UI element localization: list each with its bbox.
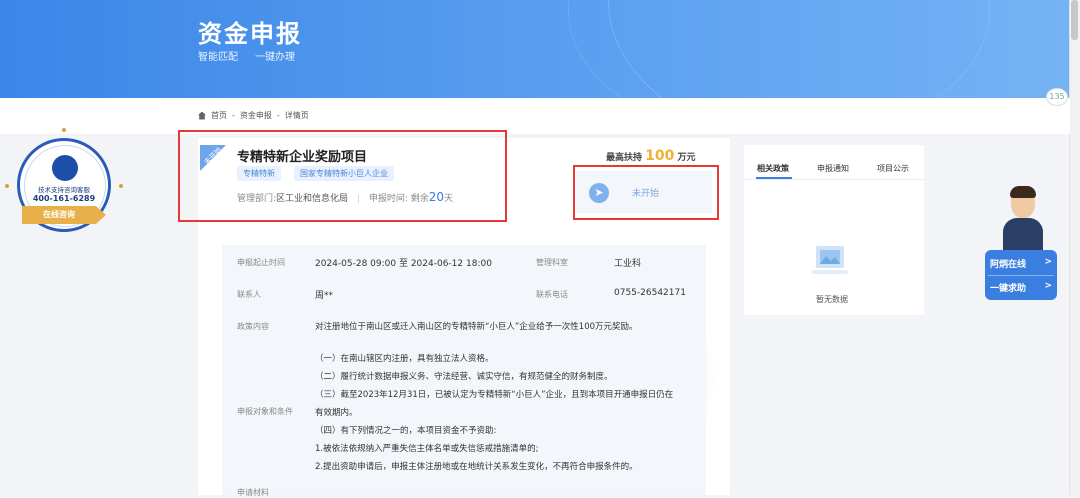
office-label: 管理科室 [536, 258, 568, 267]
assistant-body [1003, 218, 1043, 250]
online-consult-label: 在线咨询 [43, 210, 75, 219]
condition-line: （三）截至2023年12月31日，已被认定为专精特新“小巨人”企业，且到本项目开… [315, 390, 674, 400]
highlight-box [178, 130, 507, 222]
period-label: 申报起止时间 [237, 258, 285, 267]
chevron-right-icon: > [1044, 281, 1052, 291]
online-consult-button[interactable]: 在线咨询 [22, 206, 106, 224]
online-chat-label: 阿炳在线 [990, 260, 1027, 270]
phone-label: 联系电话 [536, 290, 568, 299]
breadcrumb-bar [0, 98, 1070, 134]
seal-decoration-dot [62, 128, 66, 132]
office-value: 工业科 [614, 259, 642, 269]
condition-line: （一）在南山辖区内注册，具有独立法人资格。 [315, 354, 494, 364]
highlight-box [573, 165, 719, 220]
tab-notices[interactable]: 申报通知 [817, 163, 849, 174]
online-chat-button[interactable]: 阿炳在线 > [990, 257, 1052, 270]
assistant-divider [988, 275, 1054, 276]
contact-label: 联系人 [237, 290, 261, 299]
empty-data-icon [812, 246, 848, 274]
one-click-help-button[interactable]: 一键求助 > [990, 281, 1052, 294]
conditions-label: 申报对象和条件 [237, 407, 293, 416]
empty-data-text: 暂无数据 [816, 295, 848, 304]
seal-decoration-dot [5, 184, 9, 188]
counter-badge[interactable]: 135 [1046, 88, 1068, 106]
assistant-avatar[interactable] [1003, 186, 1043, 250]
breadcrumb: 首页 - 资金申报 - 详情页 [198, 110, 309, 121]
seal-title: 技术支持咨询客服 [38, 186, 90, 194]
chevron-right-icon: > [1044, 257, 1052, 267]
max-support: 最高扶持 100 万元 [606, 148, 696, 164]
max-support-unit: 万元 [677, 153, 696, 163]
materials-label: 申请材料 [237, 488, 269, 497]
support-headset-icon [52, 155, 78, 181]
condition-line: 2.提出资助申请后，申报主体注册地或在地统计关系发生变化，不再符合申报条件的。 [315, 462, 638, 472]
breadcrumb-separator: - [276, 111, 280, 120]
contact-value: 周** [315, 291, 334, 301]
condition-line: 1.被依法依规纳入严重失信主体名单或失信惩戒措施清单的; [315, 444, 539, 454]
breadcrumb-separator: - [232, 111, 235, 120]
max-support-value: 100 [645, 148, 675, 164]
policy-value: 对注册地位于南山区或迁入南山区的专精特新“小巨人”企业给予一次性100万元奖励。 [315, 322, 638, 332]
max-support-label: 最高扶持 [606, 153, 643, 163]
tab-related-policies[interactable]: 相关政策 [757, 163, 789, 174]
breadcrumb-funding[interactable]: 资金申报 [240, 110, 272, 121]
condition-line: （二）履行统计数据申报义务、守法经营、诚实守信，有规范健全的财务制度。 [315, 372, 613, 382]
active-tab-indicator [756, 177, 792, 179]
policy-label: 政策内容 [237, 322, 269, 331]
seal-decoration-dot [119, 184, 123, 188]
scrollbar-thumb[interactable] [1071, 0, 1078, 40]
page-scrollbar[interactable] [1069, 0, 1080, 495]
banner-title: 资金申报 [198, 20, 302, 48]
breadcrumb-home[interactable]: 首页 [211, 110, 227, 121]
tab-divider [744, 179, 924, 180]
banner-decoration [568, 0, 990, 98]
condition-line: 有效期内。 [315, 408, 358, 418]
period-value: 2024-05-28 09:00 至 2024-06-12 18:00 [315, 259, 492, 269]
condition-line: （四）有下列情况之一的，本项目资金不予资助: [315, 426, 497, 436]
seal-phone: 400-161-6289 [32, 194, 96, 203]
assistant-hair [1010, 186, 1036, 198]
breadcrumb-current: 详情页 [284, 111, 309, 120]
header-banner: 资金申报 智能匹配 一键办理 [0, 0, 1070, 98]
tab-announcements[interactable]: 项目公示 [877, 163, 909, 174]
banner-slogan: 智能匹配 [198, 52, 238, 63]
home-icon[interactable] [198, 111, 206, 120]
phone-value: 0755-26542171 [614, 288, 686, 298]
one-click-help-label: 一键求助 [990, 284, 1027, 294]
banner-slogan: 一键办理 [255, 52, 295, 63]
